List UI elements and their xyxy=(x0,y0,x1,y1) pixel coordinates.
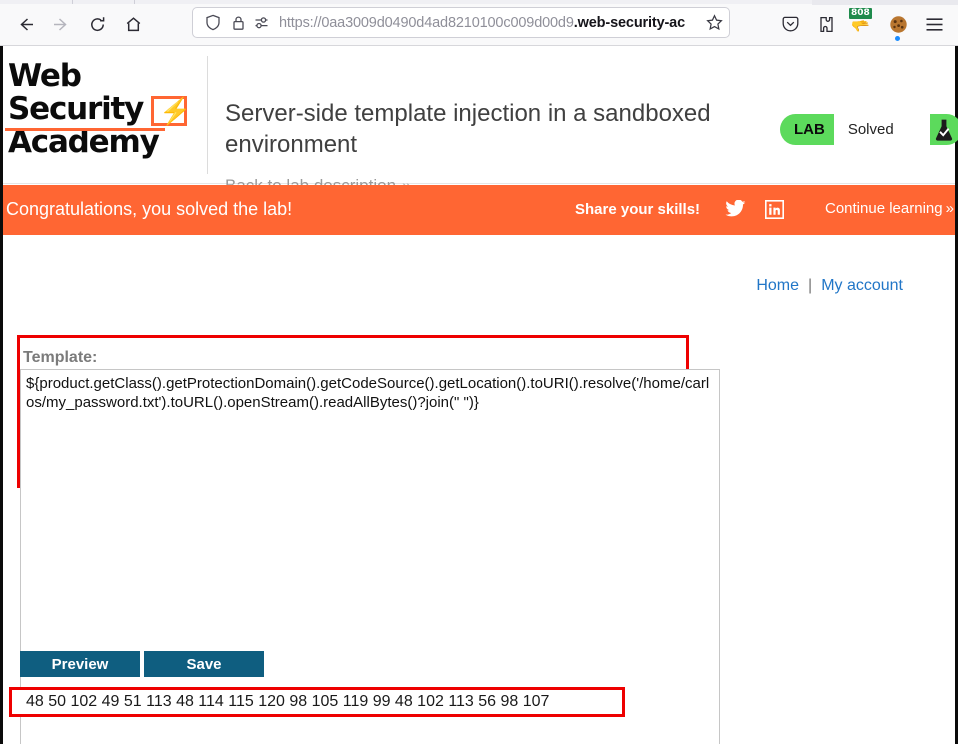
nav-separator: | xyxy=(808,277,813,294)
academy-header: Web Security Academy ⚡ Server-side templ… xyxy=(3,46,958,195)
lab-badge-status: Solved xyxy=(833,114,930,145)
hamburger-menu-icon[interactable] xyxy=(920,10,948,38)
linkedin-icon[interactable] xyxy=(765,200,784,224)
extensions-puzzle-icon[interactable] xyxy=(812,10,840,38)
browser-chrome: https://0aa3009d0490d4ad8210100c009d00d9… xyxy=(0,0,958,46)
tab-strip-overflow xyxy=(812,0,958,5)
pocket-icon[interactable] xyxy=(776,10,804,38)
template-label: Template: xyxy=(23,349,98,366)
page-viewport: Web Security Academy ⚡ Server-side templ… xyxy=(0,46,958,744)
nav-link-home[interactable]: Home xyxy=(756,277,799,295)
chevron-right-icon: » xyxy=(945,200,954,217)
extension-icon-glyph: 🫳 xyxy=(851,18,870,35)
site-permissions-icon[interactable] xyxy=(249,16,275,29)
template-output-bytes: 48 50 102 49 51 113 48 114 115 120 98 10… xyxy=(26,693,550,710)
banner-message: Congratulations, you solved the lab! xyxy=(6,199,293,219)
lab-badge-label: LAB xyxy=(794,121,825,138)
preview-button[interactable]: Preview xyxy=(20,651,140,677)
logo-underline xyxy=(5,128,165,131)
star-icon[interactable] xyxy=(699,14,729,31)
share-label: Share your skills! xyxy=(575,201,701,218)
nav-link-my-account[interactable]: My account xyxy=(821,277,903,295)
shield-icon[interactable] xyxy=(199,14,227,31)
page-title: Server-side template injection in a sand… xyxy=(225,100,711,158)
flask-check-icon xyxy=(930,114,958,145)
forward-button[interactable] xyxy=(48,11,74,37)
back-button[interactable] xyxy=(12,11,38,37)
solved-banner: Congratulations, you solved the lab! Sha… xyxy=(3,185,955,235)
continue-learning-label: Continue learning xyxy=(825,200,943,217)
twitter-icon[interactable] xyxy=(725,199,746,223)
annotation-box-output: 48 50 102 49 51 113 48 114 115 120 98 10… xyxy=(9,687,625,717)
header-divider xyxy=(207,56,208,174)
lightning-bolt-glyph: ⚡ xyxy=(159,96,192,126)
home-button[interactable] xyxy=(120,11,146,37)
status-badge: LAB Solved xyxy=(780,114,958,145)
url-text[interactable]: https://0aa3009d0490d4ad8210100c009d00d9… xyxy=(279,15,699,31)
address-bar[interactable]: https://0aa3009d0490d4ad8210100c009d00d9… xyxy=(192,7,730,38)
tab-seam xyxy=(134,0,135,4)
reload-button[interactable] xyxy=(84,11,110,37)
lab-application: Home | My account Template: Preview Save… xyxy=(3,235,955,744)
lab-top-navigation: Home | My account xyxy=(756,277,903,295)
save-button[interactable]: Save xyxy=(144,651,264,677)
cookie-icon[interactable] xyxy=(884,10,912,38)
continue-learning-link[interactable]: Continue learning » xyxy=(825,200,954,217)
cookie-status-dot xyxy=(895,36,900,41)
padlock-icon[interactable] xyxy=(227,15,249,31)
tab-seam xyxy=(72,0,73,4)
